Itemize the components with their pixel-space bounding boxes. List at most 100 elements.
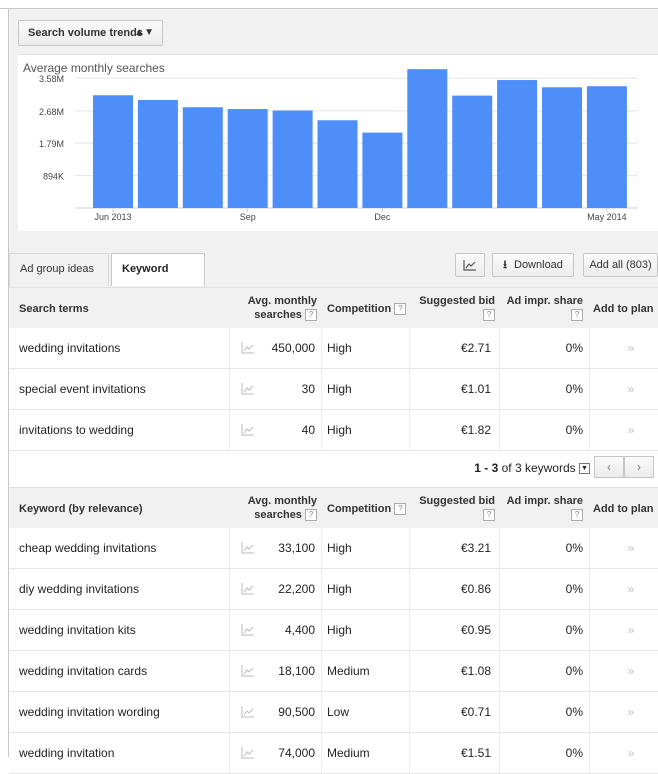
competition-value: High [327,582,352,596]
pagination-of-text: of 3 keywords [501,461,576,475]
search-terms-header: Search terms Avg. monthly searches ? Com… [9,287,658,329]
header-avg-monthly-searches: Avg. monthly searches ? [245,294,317,322]
trend-chart-icon[interactable] [241,664,255,677]
suggested-bid-value: €3.21 [460,541,491,555]
trend-chart-icon[interactable] [241,623,255,636]
chart-bar[interactable] [272,110,313,208]
chart-bar[interactable] [497,80,538,208]
chart-bar[interactable] [317,120,358,208]
chart-bar[interactable] [586,86,627,208]
table-row[interactable]: diy wedding invitations 22,200 High €0.86 0%… [9,569,658,610]
help-icon[interactable]: ? [305,509,317,522]
download-button[interactable]: ⭳ Download [492,253,574,277]
suggested-bid-value: €0.95 [460,623,491,637]
keyword-text: cheap wedding invitations [19,541,157,555]
add-all-button[interactable]: Add all (803) [583,253,658,277]
table-row[interactable]: invitations to wedding 40 High €1.82 0% » [9,410,658,451]
chart-bar[interactable] [542,87,582,208]
column-divider [409,328,410,368]
trend-selector-label: Search volume trends [28,27,143,39]
trend-chart-icon[interactable] [241,705,255,718]
chart-bar[interactable] [182,107,223,208]
help-icon[interactable]: ? [571,309,583,322]
column-divider [499,569,500,609]
bar-chart: Average monthly searches3.58M 2.68M 1.79M 8… [23,61,638,222]
tab-keyword-ideas[interactable]: Keyword ideas [111,253,205,305]
add-to-plan-button[interactable]: » [621,733,641,773]
table-row[interactable]: cheap wedding invitations 33,100 High €3.21… [9,528,658,569]
help-icon[interactable]: ? [394,503,407,516]
tab-ad-group-ideas[interactable]: Ad group ideas [9,253,109,286]
keyword-text: special event invitations [19,382,146,396]
help-icon[interactable]: ? [483,309,495,322]
chart-bar[interactable] [137,99,178,208]
add-to-plan-button[interactable]: » [621,369,641,409]
add-to-plan-button[interactable]: » [621,328,641,368]
avg-monthly-searches-value: 18,100 [278,664,315,678]
previous-page-button[interactable]: ‹ [594,456,624,478]
header-competition-label: Competition [327,503,392,515]
trend-chart-icon[interactable] [241,382,255,395]
header-ad-impr-share: Ad impr. share? [503,494,583,522]
add-to-plan-button[interactable]: » [621,692,641,732]
rows-per-page-dropdown-icon[interactable]: ▼ [579,463,590,475]
table-row[interactable]: wedding invitation kits 4,400 High €0.95 0% » [9,610,658,651]
table-row[interactable]: wedding invitation 74,000 Medium €1.51 0% » [9,733,658,774]
column-divider [409,410,410,450]
column-divider [589,369,590,409]
add-to-plan-button[interactable]: » [621,528,641,568]
download-icon: ⭳ [503,259,507,271]
column-divider [321,569,322,609]
help-icon[interactable]: ? [305,309,317,322]
add-to-plan-button[interactable]: » [621,410,641,450]
competition-value: High [327,623,352,637]
header-competition-label: Competition [327,303,392,315]
trend-chart-icon[interactable] [241,746,255,759]
column-divider [229,692,230,732]
suggested-bid-value: €0.86 [460,582,491,596]
trend-chart-icon[interactable] [241,541,255,554]
chart-bar[interactable] [407,69,448,208]
x-tick-label: Jun 2013 [94,212,131,222]
x-tick-label: Dec [374,212,391,222]
y-tick-label: 1.79M [39,139,64,149]
tab-label: Ad group ideas [20,263,94,275]
search-volume-chart: Average monthly searches 3.58M 2.68M 1.79M 8… [18,54,658,232]
trend-chart-icon[interactable] [241,582,255,595]
column-divider [229,528,230,568]
search-volume-trends-dropdown[interactable]: Search volume trends ▲▼ [18,20,163,46]
table-row[interactable]: wedding invitation cards 18,100 Medium €1.0… [9,651,658,692]
x-tick-label: Sep [240,212,256,222]
table-row[interactable]: special event invitations 30 High €1.01 0% » [9,369,658,410]
chart-toggle-button[interactable] [455,253,485,277]
next-page-button[interactable]: › [624,456,654,478]
column-divider [409,692,410,732]
add-to-plan-button[interactable]: » [621,569,641,609]
column-divider [409,569,410,609]
header-add-to-plan: Add to plan [593,503,654,515]
header-bid-label: Suggested bid [419,295,495,307]
help-icon[interactable]: ? [394,303,407,316]
column-divider [229,610,230,650]
table-row[interactable]: wedding invitations 450,000 High €2.71 0% » [9,328,658,369]
add-to-plan-button[interactable]: » [621,610,641,650]
column-divider [409,651,410,691]
suggested-bid-value: €1.08 [460,664,491,678]
add-to-plan-button[interactable]: » [621,651,641,691]
trend-chart-icon[interactable] [241,341,255,354]
table-row[interactable]: wedding invitation wording 90,500 Low €0.71… [9,692,658,733]
chart-bar[interactable] [452,95,493,208]
trend-chart-icon[interactable] [241,423,255,436]
competition-value: Medium [327,664,370,678]
header-suggested-bid: Suggested bid? [417,294,495,322]
keyword-text: diy wedding invitations [19,582,140,596]
chart-bar[interactable] [93,95,133,208]
chart-bar[interactable] [227,109,268,208]
column-divider [409,610,410,650]
avg-monthly-searches-value: 22,200 [278,582,315,596]
help-icon[interactable]: ? [483,509,495,522]
header-add-to-plan: Add to plan [593,303,654,315]
chart-bar[interactable] [362,132,403,208]
ad-impr-share-value: 0% [565,541,583,555]
help-icon[interactable]: ? [571,509,583,522]
